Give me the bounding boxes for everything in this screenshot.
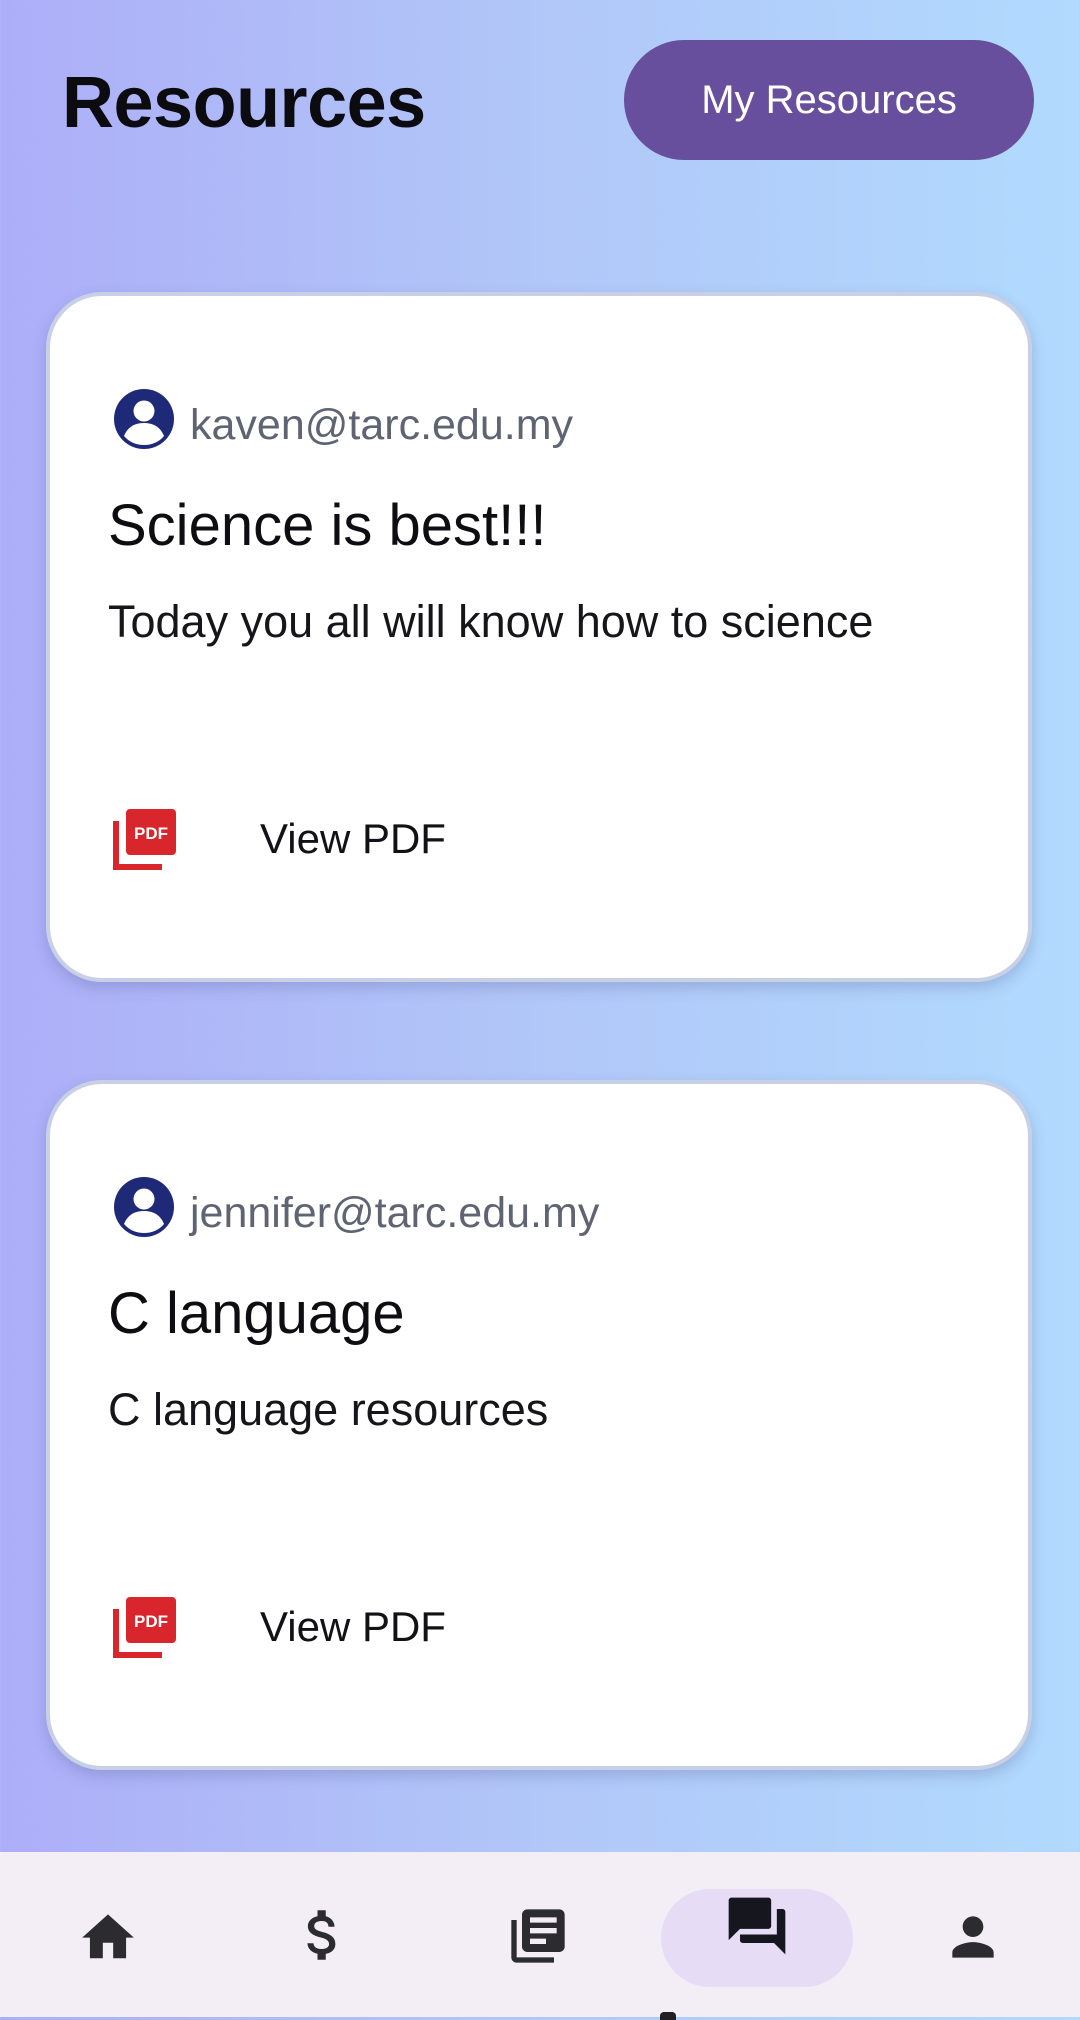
nav-active-dot — [660, 2012, 676, 2020]
home-icon — [82, 1914, 134, 1959]
svg-text:PDF: PDF — [134, 824, 168, 843]
app-header: Resources My Resources — [0, 0, 1080, 200]
account-circle-icon — [114, 1177, 174, 1237]
page-title: Resources — [62, 63, 426, 143]
resource-description: Today you all will know how to science — [108, 596, 874, 647]
author-email: kaven@tarc.edu.my — [190, 400, 574, 449]
my-resources-button[interactable]: My Resources — [624, 40, 1034, 160]
nav-item-profile[interactable] — [898, 1852, 1048, 2017]
view-pdf-link[interactable]: PDF View PDF — [112, 1592, 446, 1662]
pdf-file-icon: PDF — [113, 809, 176, 870]
author-row: jennifer@tarc.edu.my — [112, 1174, 599, 1240]
resource-description: C language resources — [108, 1384, 549, 1435]
resource-title: C language — [108, 1281, 405, 1346]
dollar-icon — [307, 1910, 336, 1960]
person-icon — [952, 1916, 994, 1958]
resource-card[interactable]: kaven@tarc.edu.my Science is best!!! Tod… — [46, 292, 1032, 982]
resource-card[interactable]: jennifer@tarc.edu.my C language C langua… — [46, 1080, 1032, 1770]
nav-item-finance[interactable] — [248, 1852, 398, 2017]
author-email: jennifer@tarc.edu.my — [190, 1188, 600, 1237]
svg-text:PDF: PDF — [134, 1612, 168, 1631]
forum-icon — [728, 1897, 786, 1955]
nav-item-forum[interactable] — [682, 1852, 832, 2017]
pdf-file-icon: PDF — [113, 1597, 176, 1658]
nav-item-library[interactable] — [465, 1852, 615, 2017]
nav-item-home[interactable] — [33, 1852, 183, 2017]
view-pdf-link[interactable]: PDF View PDF — [112, 804, 446, 874]
bottom-navigation-bar — [0, 1852, 1080, 2020]
library-icon — [511, 1909, 565, 1963]
account-circle-icon — [114, 389, 174, 449]
resource-title: Science is best!!! — [108, 493, 547, 558]
view-pdf-label: View PDF — [260, 1603, 446, 1650]
author-row: kaven@tarc.edu.my — [112, 386, 573, 452]
view-pdf-label: View PDF — [260, 815, 446, 862]
